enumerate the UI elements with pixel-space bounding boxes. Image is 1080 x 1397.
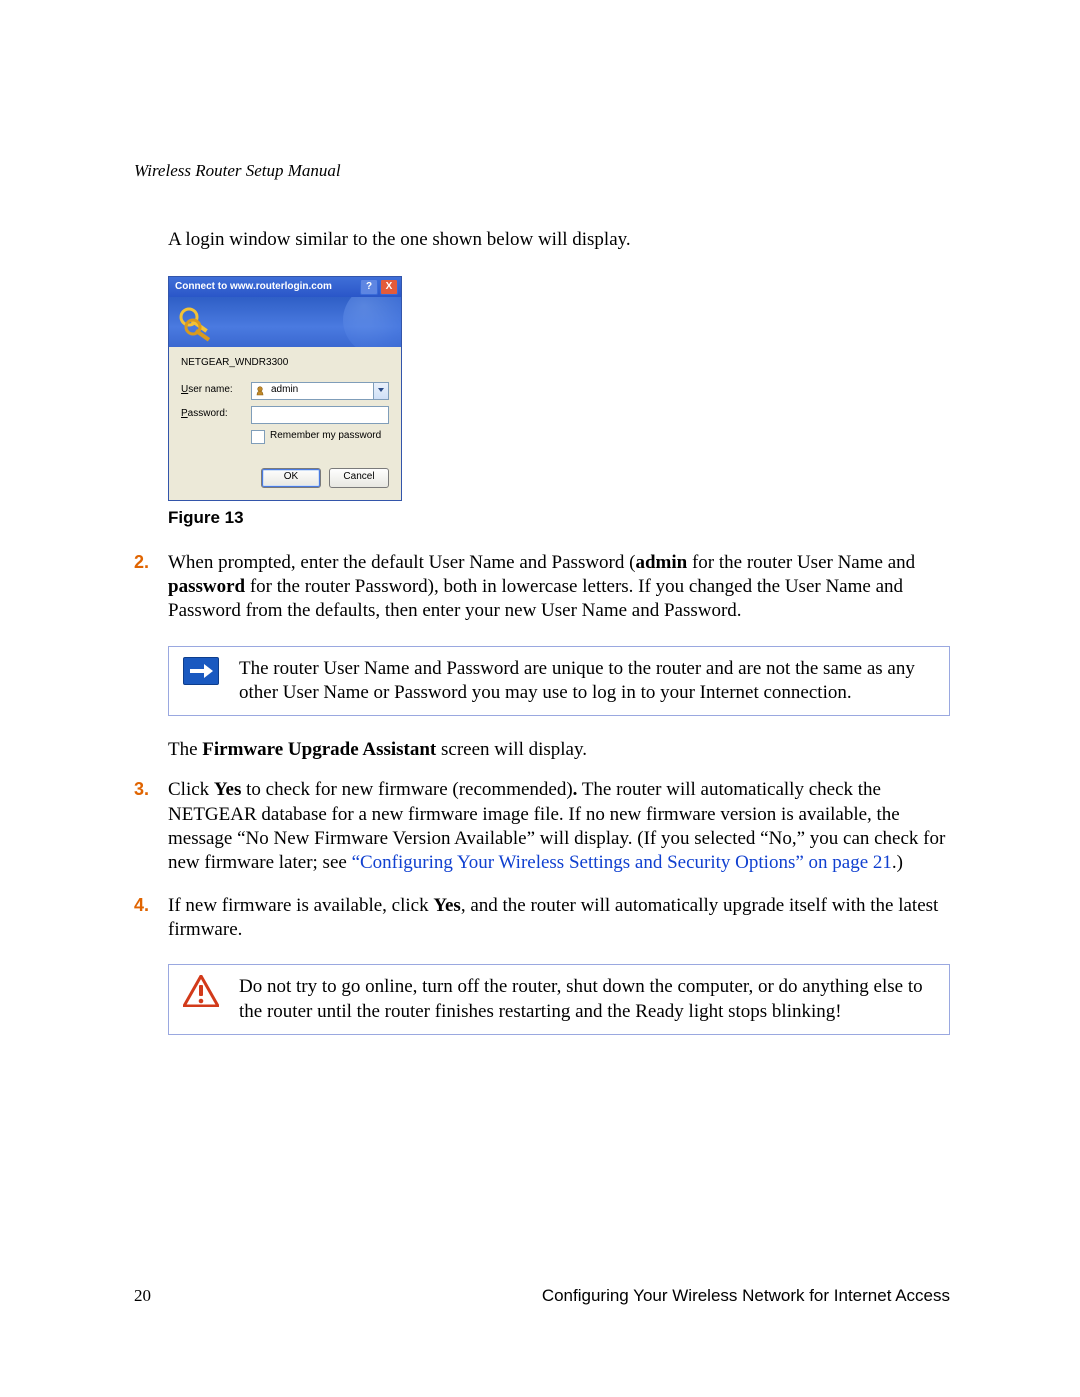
step-text: When prompted, enter the default User Na… — [168, 552, 915, 622]
username-label: User name: — [181, 384, 251, 397]
server-name-label: NETGEAR_WNDR3300 — [181, 357, 389, 370]
remember-label: Remember my password — [270, 430, 381, 443]
arrow-right-icon — [183, 657, 219, 685]
warning-callout: Do not try to go online, turn off the ro… — [168, 964, 950, 1035]
step-2: 2. When prompted, enter the default User… — [134, 551, 950, 624]
section-title: Configuring Your Wireless Network for In… — [542, 1285, 950, 1307]
help-icon[interactable]: ? — [360, 279, 378, 295]
dialog-banner — [169, 297, 401, 347]
dialog-body: NETGEAR_WNDR3300 User name: admin Passwo… — [169, 347, 401, 500]
note-callout: The router User Name and Password are un… — [168, 646, 950, 717]
page-footer: 20 Configuring Your Wireless Network for… — [134, 1285, 950, 1307]
user-key-icon — [255, 385, 267, 397]
intro-paragraph: A login window similar to the one shown … — [168, 228, 950, 252]
step-text: Click Yes to check for new firmware (rec… — [168, 779, 945, 873]
page-number: 20 — [134, 1285, 151, 1307]
login-dialog-figure: Connect to www.routerlogin.com ? X NETGE… — [168, 276, 402, 501]
dialog-titlebar: Connect to www.routerlogin.com ? X — [169, 277, 401, 297]
figure-caption: Figure 13 — [168, 507, 950, 529]
password-label: Password: — [181, 408, 251, 421]
note-text: The router User Name and Password are un… — [239, 657, 935, 706]
ok-button[interactable]: OK — [261, 468, 321, 488]
document-page: Wireless Router Setup Manual A login win… — [0, 0, 1080, 1397]
username-value: admin — [271, 384, 298, 397]
warning-icon — [183, 975, 219, 1007]
step-text: If new firmware is available, click Yes,… — [168, 895, 938, 940]
username-row: User name: admin — [181, 382, 389, 400]
chevron-down-icon[interactable] — [378, 388, 384, 392]
password-field[interactable] — [251, 406, 389, 424]
dialog-title: Connect to www.routerlogin.com — [175, 281, 332, 294]
cancel-button[interactable]: Cancel — [329, 468, 389, 488]
username-field[interactable]: admin — [251, 382, 389, 400]
running-header: Wireless Router Setup Manual — [134, 160, 950, 182]
dialog-button-row: OK Cancel — [181, 468, 389, 488]
keys-icon — [175, 301, 217, 343]
warning-text: Do not try to go online, turn off the ro… — [239, 975, 935, 1024]
step-number: 2. — [134, 551, 149, 574]
close-icon[interactable]: X — [380, 279, 398, 295]
globe-icon — [343, 297, 401, 347]
firmware-paragraph: The Firmware Upgrade Assistant screen wi… — [168, 738, 950, 762]
step-number: 3. — [134, 778, 149, 801]
step-3: 3. Click Yes to check for new firmware (… — [134, 778, 950, 875]
step-number: 4. — [134, 894, 149, 917]
remember-checkbox[interactable] — [251, 430, 265, 444]
password-row: Password: — [181, 406, 389, 424]
step-4: 4. If new firmware is available, click Y… — [134, 894, 950, 943]
remember-row: Remember my password — [251, 430, 389, 444]
cross-reference-link[interactable]: “Configuring Your Wireless Settings and … — [352, 852, 892, 873]
